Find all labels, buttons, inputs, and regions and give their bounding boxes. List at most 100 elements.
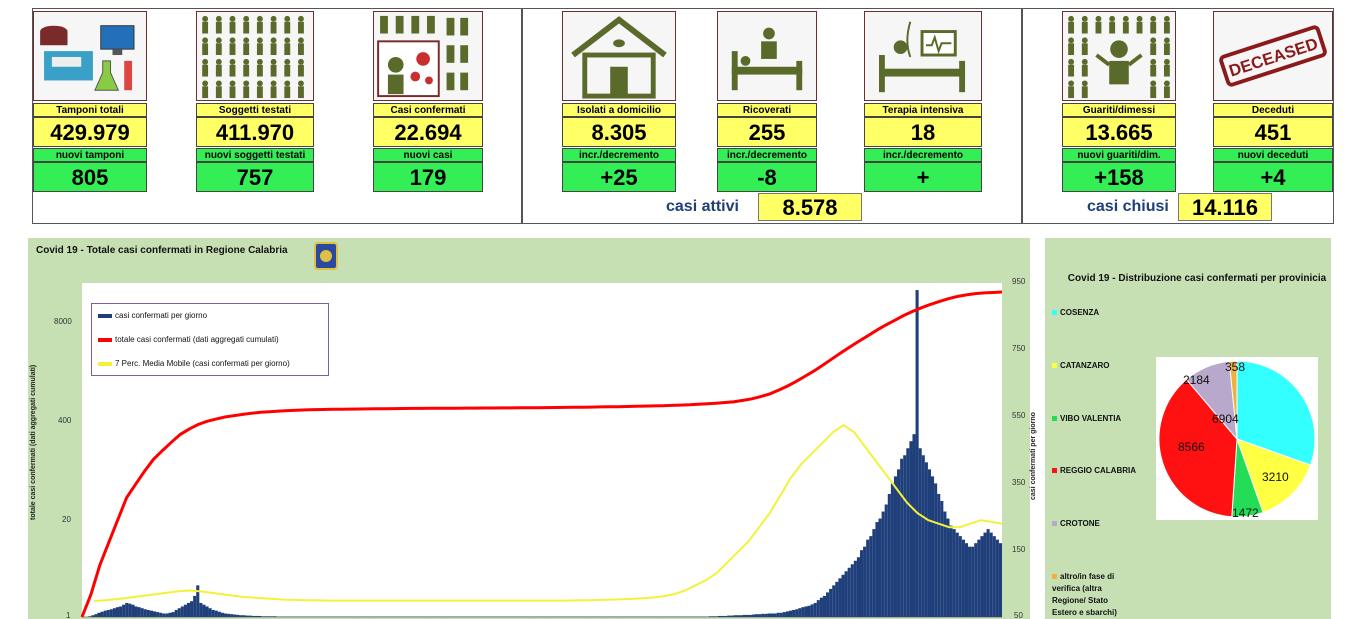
daily-bar [730, 615, 734, 617]
daily-bar [758, 614, 762, 617]
daily-bar [909, 441, 913, 617]
daily-bar [881, 511, 885, 617]
daily-bar [903, 455, 907, 617]
daily-bar [140, 608, 144, 617]
daily-bar [822, 595, 827, 617]
y-right-label: casi confermati per giorno [1030, 412, 1037, 500]
daily-bar [242, 615, 246, 617]
daily-bar [143, 609, 147, 617]
daily-bar [955, 532, 959, 617]
daily-bar [199, 602, 203, 617]
daily-bar [770, 613, 774, 617]
daily-bar [153, 611, 157, 617]
daily-bar [841, 574, 845, 617]
daily-bar [998, 543, 1002, 617]
daily-bar [721, 615, 725, 617]
y-right-tick-350: 350 [1012, 478, 1026, 487]
daily-bar [878, 518, 882, 617]
daily-bar [875, 522, 879, 617]
daily-bar [949, 525, 953, 617]
legend-item-moving-avg: 7 Perc. Media Mobile (casi confermati pe… [98, 359, 290, 368]
daily-bar [890, 483, 894, 617]
daily-bar [128, 603, 132, 617]
daily-bar [832, 585, 836, 617]
daily-bar [717, 615, 722, 617]
daily-bar [264, 616, 268, 617]
daily-bar [724, 615, 728, 617]
daily-bar [977, 539, 981, 617]
daily-bar [217, 611, 221, 617]
daily-bar [94, 614, 98, 617]
y-left-label: totale casi confermati (dati aggregati c… [30, 364, 37, 520]
pie-slice-label: 358 [1225, 360, 1246, 374]
daily-bar [804, 606, 808, 617]
daily-bar [254, 615, 258, 617]
daily-bar [224, 613, 228, 617]
daily-bar [103, 610, 107, 617]
daily-bar [900, 458, 904, 617]
daily-bar [270, 616, 274, 617]
legend-vibo-valentia: VIBO VALENTIA [1052, 414, 1121, 423]
daily-bar [251, 615, 255, 617]
y-left-tick-400: 400 [58, 416, 72, 425]
daily-bar [257, 615, 262, 617]
daily-bar [924, 462, 928, 617]
daily-bar [174, 609, 178, 617]
daily-bar [835, 581, 839, 617]
daily-bar [930, 476, 935, 617]
daily-bar [233, 614, 237, 617]
daily-bar [100, 611, 104, 617]
daily-bar [940, 500, 944, 617]
daily-bar [230, 614, 234, 617]
daily-bar [245, 615, 249, 617]
daily-bar [893, 476, 898, 617]
y-right-tick-950: 950 [1012, 277, 1026, 286]
daily-bar [838, 578, 842, 617]
daily-bar [273, 616, 277, 617]
daily-bar [992, 536, 996, 617]
daily-bar [171, 612, 175, 617]
daily-bar [964, 543, 969, 617]
daily-bar [983, 532, 987, 617]
daily-bar [91, 615, 95, 617]
daily-bar [850, 564, 854, 617]
daily-bar [183, 604, 187, 617]
daily-bar [106, 609, 110, 617]
daily-bar [214, 610, 218, 617]
y-right-tick-150: 150 [1012, 545, 1026, 554]
daily-bar [810, 604, 814, 617]
daily-bar [943, 511, 947, 617]
daily-bar [937, 493, 941, 617]
daily-bar [177, 608, 181, 617]
legend-cosenza: COSENZA [1052, 308, 1099, 317]
dashboard-root: Tamponi totali 429.979 nuovi tamponi 805… [0, 0, 1360, 619]
daily-bar [211, 609, 215, 617]
daily-bar [220, 612, 225, 617]
daily-bar [773, 613, 777, 617]
daily-bar [813, 602, 817, 617]
y-right-tick-550: 550 [1012, 411, 1026, 420]
daily-bar [779, 612, 783, 617]
daily-bar [748, 614, 752, 617]
daily-bar [714, 616, 718, 617]
daily-bar [137, 607, 141, 617]
daily-bar [782, 612, 786, 617]
daily-bar [887, 493, 891, 617]
daily-bar [856, 557, 860, 617]
y-left-tick-1: 1 [66, 611, 71, 619]
daily-bar [792, 609, 796, 617]
daily-bar [866, 539, 870, 617]
daily-bar [776, 612, 780, 617]
daily-bar [788, 610, 793, 617]
daily-bar [727, 615, 731, 617]
daily-bar [974, 543, 978, 617]
y-right-tick-50: 50 [1014, 611, 1023, 619]
daily-bar [986, 529, 990, 617]
daily-bar [927, 469, 931, 617]
daily-bar [112, 608, 116, 617]
daily-bar [134, 606, 138, 617]
daily-bar [159, 612, 163, 617]
daily-bar [761, 613, 765, 617]
daily-bar [131, 604, 135, 617]
daily-bar [202, 604, 206, 617]
